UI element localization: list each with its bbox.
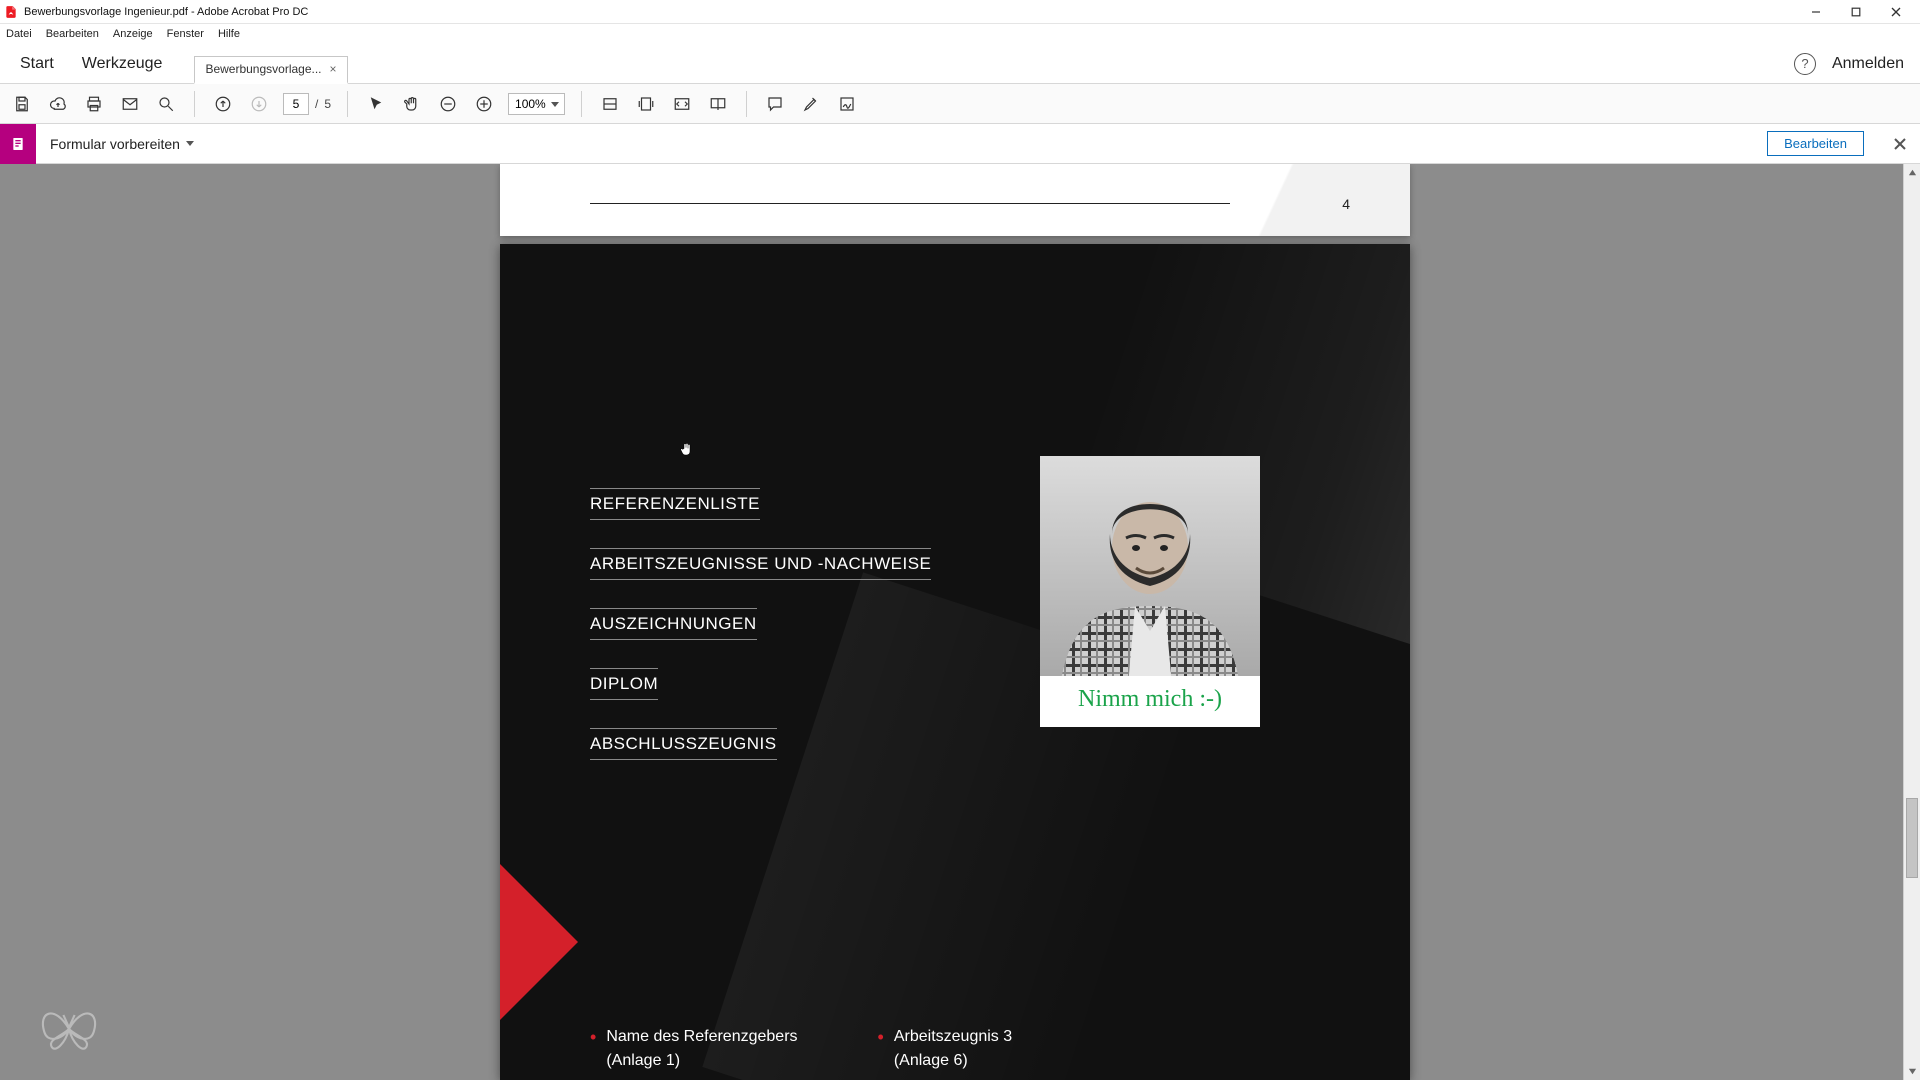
signature-icon[interactable] xyxy=(835,92,859,116)
signin-link[interactable]: Anmelden xyxy=(1832,55,1914,73)
chevron-down-icon xyxy=(186,141,194,146)
butterfly-watermark-icon xyxy=(34,1001,104,1062)
window-maximize-button[interactable] xyxy=(1836,0,1876,24)
heading-diplom: DIPLOM xyxy=(590,672,658,696)
close-panel-button[interactable] xyxy=(1880,124,1920,164)
zoom-value: 100% xyxy=(515,97,546,111)
mail-icon[interactable] xyxy=(118,92,142,116)
menu-item-anzeige[interactable]: Anzeige xyxy=(113,28,153,40)
tab-start[interactable]: Start xyxy=(6,47,68,81)
page-current-input[interactable] xyxy=(283,93,309,115)
file-tab-label: Bewerbungsvorlage... xyxy=(205,62,321,76)
tool-panel-title-text: Formular vorbereiten xyxy=(50,136,180,152)
window-minimize-button[interactable] xyxy=(1796,0,1836,24)
zoom-in-icon[interactable] xyxy=(472,92,496,116)
toolbar: / 5 100% xyxy=(0,84,1920,124)
left-rail xyxy=(0,164,10,1080)
edit-button[interactable]: Bearbeiten xyxy=(1767,131,1864,156)
form-tool-icon[interactable] xyxy=(0,124,36,164)
page-previous-sliver: 4 xyxy=(500,164,1410,236)
photo-caption: Nimm mich :-) xyxy=(1040,676,1260,727)
tool-panel-title[interactable]: Formular vorbereiten xyxy=(36,136,208,152)
window-close-button[interactable] xyxy=(1876,0,1916,24)
window-title: Bewerbungsvorlage Ingenieur.pdf - Adobe … xyxy=(24,6,308,18)
zoom-out-icon[interactable] xyxy=(436,92,460,116)
prev-page-icon[interactable] xyxy=(211,92,235,116)
scroll-track[interactable] xyxy=(1904,181,1920,1063)
heading-referenzenliste: REFERENZENLISTE xyxy=(590,492,760,516)
prev-page-number: 4 xyxy=(1342,196,1350,212)
page-total: 5 xyxy=(324,97,331,111)
read-mode-icon[interactable] xyxy=(706,92,730,116)
scroll-down-icon[interactable] xyxy=(1904,1063,1920,1080)
fit-window-icon[interactable] xyxy=(670,92,694,116)
applicant-photo xyxy=(1040,456,1260,676)
bullet-icon: • xyxy=(590,1028,596,1070)
file-tab-close[interactable]: × xyxy=(330,62,337,76)
page-sep: / xyxy=(315,97,318,111)
zoom-select[interactable]: 100% xyxy=(508,93,565,115)
reference-item: • Arbeitszeugnis 3 (Anlage 6) xyxy=(878,1028,1013,1070)
menu-item-hilfe[interactable]: Hilfe xyxy=(218,28,240,40)
scroll-up-icon[interactable] xyxy=(1904,164,1920,181)
bullet-icon: • xyxy=(878,1028,884,1070)
page-current: REFERENZENLISTE ARBEITSZEUGNISSE UND -NA… xyxy=(500,244,1410,1080)
highlight-icon[interactable] xyxy=(799,92,823,116)
fit-width-icon[interactable] xyxy=(598,92,622,116)
menubar: Datei Bearbeiten Anzeige Fenster Hilfe xyxy=(0,24,1920,44)
tabs-row: Start Werkzeuge Bewerbungsvorlage... × ?… xyxy=(0,44,1920,84)
section-headings: REFERENZENLISTE ARBEITSZEUGNISSE UND -NA… xyxy=(590,492,931,756)
menu-item-bearbeiten[interactable]: Bearbeiten xyxy=(46,28,99,40)
acrobat-icon xyxy=(4,5,18,19)
document-viewport[interactable]: 4 REFERENZENLISTE ARBEITSZEUGNISSE UND -… xyxy=(10,164,1920,1080)
ref-line2: (Anlage 6) xyxy=(894,1052,1012,1070)
file-tab[interactable]: Bewerbungsvorlage... × xyxy=(194,56,347,84)
photo-card: Nimm mich :-) xyxy=(1040,456,1260,727)
next-page-icon xyxy=(247,92,271,116)
page-indicator: / 5 xyxy=(283,93,331,115)
reference-columns: • Name des Referenzgebers (Anlage 1) • A… xyxy=(590,1028,1012,1070)
cursor-hand-icon xyxy=(678,440,694,463)
comment-icon[interactable] xyxy=(763,92,787,116)
help-icon[interactable]: ? xyxy=(1794,53,1816,75)
heading-auszeichnungen: AUSZEICHNUNGEN xyxy=(590,612,757,636)
cloud-upload-icon[interactable] xyxy=(46,92,70,116)
reference-item: • Name des Referenzgebers (Anlage 1) xyxy=(590,1028,798,1070)
titlebar: Bewerbungsvorlage Ingenieur.pdf - Adobe … xyxy=(0,0,1920,24)
menu-item-fenster[interactable]: Fenster xyxy=(167,28,204,40)
scroll-thumb[interactable] xyxy=(1906,798,1918,878)
menu-item-datei[interactable]: Datei xyxy=(6,28,32,40)
red-accent-triangle xyxy=(500,864,578,1020)
selection-tool-icon[interactable] xyxy=(364,92,388,116)
ref-line1: Arbeitszeugnis 3 xyxy=(894,1028,1012,1046)
hand-tool-icon[interactable] xyxy=(400,92,424,116)
heading-abschlusszeugnis: ABSCHLUSSZEUGNIS xyxy=(590,732,777,756)
heading-arbeitszeugnisse: ARBEITSZEUGNISSE UND -NACHWEISE xyxy=(590,552,931,576)
print-icon[interactable] xyxy=(82,92,106,116)
ref-line1: Name des Referenzgebers xyxy=(606,1028,797,1046)
save-icon[interactable] xyxy=(10,92,34,116)
fit-page-icon[interactable] xyxy=(634,92,658,116)
vertical-scrollbar[interactable] xyxy=(1903,164,1920,1080)
tool-panel-bar: Formular vorbereiten Bearbeiten xyxy=(0,124,1920,164)
ref-line2: (Anlage 1) xyxy=(606,1052,797,1070)
search-icon[interactable] xyxy=(154,92,178,116)
tab-tools[interactable]: Werkzeuge xyxy=(68,47,177,81)
